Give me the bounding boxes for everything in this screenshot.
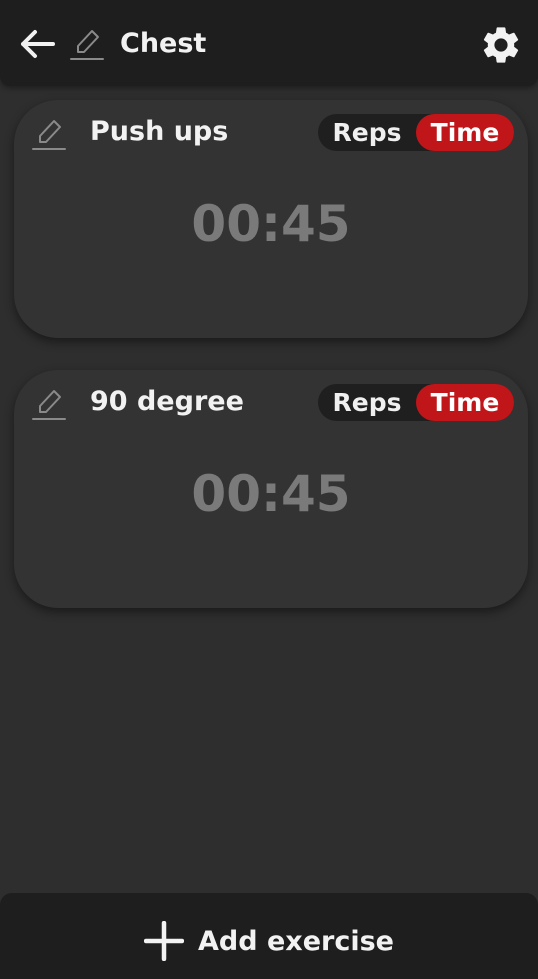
exercise-duration[interactable]: 00:45: [14, 194, 528, 254]
pencil-icon: [32, 390, 66, 420]
exercise-card: 90 degree Reps Time 00:45: [14, 370, 528, 608]
exercise-duration[interactable]: 00:45: [14, 464, 528, 524]
exercise-card: Push ups Reps Time 00:45: [14, 100, 528, 338]
gear-icon: [483, 27, 519, 63]
back-button[interactable]: [14, 22, 60, 66]
pencil-icon: [32, 120, 66, 150]
add-exercise-content: Add exercise: [144, 921, 394, 961]
arrow-left-icon: [21, 30, 55, 58]
exercise-name: Push ups: [90, 116, 229, 147]
mode-time-option[interactable]: Time: [416, 384, 514, 421]
edit-exercise-button[interactable]: [30, 114, 68, 154]
add-exercise-label: Add exercise: [198, 925, 394, 957]
mode-toggle: Reps Time: [318, 384, 514, 421]
settings-button[interactable]: [476, 20, 526, 70]
mode-reps-option[interactable]: Reps: [318, 384, 416, 421]
exercise-name: 90 degree: [90, 386, 244, 417]
mode-toggle: Reps Time: [318, 114, 514, 151]
add-exercise-button[interactable]: Add exercise: [0, 893, 538, 979]
mode-time-option[interactable]: Time: [416, 114, 514, 151]
plus-icon: [144, 921, 185, 961]
page-title: Chest: [120, 28, 207, 59]
edit-exercise-button[interactable]: [30, 384, 68, 424]
mode-reps-option[interactable]: Reps: [318, 114, 416, 151]
top-app-bar: Chest: [0, 0, 538, 86]
edit-title-button[interactable]: [68, 24, 106, 64]
pencil-icon: [70, 30, 104, 60]
